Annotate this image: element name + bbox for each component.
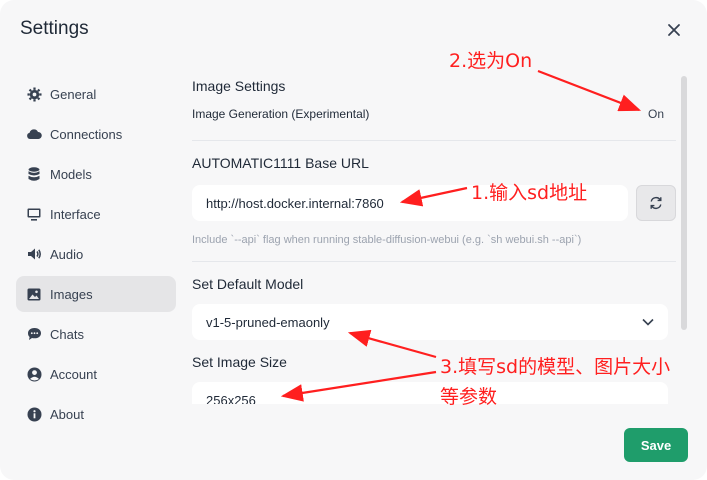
gear-icon <box>26 86 42 102</box>
settings-modal: Settings General Connections Models Inte… <box>0 0 707 480</box>
cloud-icon <box>26 126 42 142</box>
scrollbar[interactable] <box>681 76 687 330</box>
modal-header: Settings <box>0 0 707 60</box>
sidebar-item-label: Connections <box>50 126 123 142</box>
monitor-icon <box>26 206 42 222</box>
sidebar-item-label: Chats <box>50 326 84 342</box>
annotation-step-3-line1: 3.填写sd的模型、图片大小 <box>440 356 671 378</box>
image-size-title: Set Image Size <box>192 354 287 370</box>
image-generation-toggle[interactable]: On <box>648 107 664 121</box>
sidebar-item-label: Images <box>50 286 93 302</box>
sidebar-item-account[interactable]: Account <box>16 356 176 392</box>
annotation-step-3-line2: 等参数 <box>440 386 498 408</box>
info-icon <box>26 406 42 422</box>
sidebar-item-label: Interface <box>50 206 101 222</box>
speaker-icon <box>26 246 42 262</box>
close-icon <box>668 24 680 36</box>
sidebar-item-images[interactable]: Images <box>16 276 176 312</box>
sidebar-item-interface[interactable]: Interface <box>16 196 176 232</box>
sidebar-item-label: About <box>50 406 84 422</box>
chat-icon <box>26 326 42 342</box>
image-generation-label: Image Generation (Experimental) <box>192 107 370 121</box>
sidebar-item-chats[interactable]: Chats <box>16 316 176 352</box>
image-icon <box>26 286 42 302</box>
annotation-step-2: 2.选为On <box>449 50 533 72</box>
section-title-image-settings: Image Settings <box>192 78 286 94</box>
divider <box>192 140 676 141</box>
sidebar-item-label: Models <box>50 166 92 182</box>
base-url-title: AUTOMATIC1111 Base URL <box>192 155 369 171</box>
sidebar-item-label: Audio <box>50 246 84 262</box>
default-model-value: v1-5-pruned-emaonly <box>206 314 330 330</box>
annotation-step-1: 1.输入sd地址 <box>471 182 588 204</box>
database-icon <box>26 166 42 182</box>
base-url-hint: Include `--api` flag when running stable… <box>192 234 582 246</box>
image-size-input[interactable]: 256x256 <box>192 382 668 404</box>
default-model-title: Set Default Model <box>192 276 304 292</box>
refresh-button[interactable] <box>636 185 676 221</box>
sidebar-item-general[interactable]: General <box>16 76 176 112</box>
settings-sidebar: General Connections Models Interface Aud… <box>16 76 176 436</box>
close-button[interactable] <box>662 18 686 42</box>
sidebar-item-connections[interactable]: Connections <box>16 116 176 152</box>
save-button[interactable]: Save <box>624 428 688 462</box>
sidebar-item-about[interactable]: About <box>16 396 176 432</box>
refresh-icon <box>650 196 662 210</box>
sidebar-item-models[interactable]: Models <box>16 156 176 192</box>
modal-title: Settings <box>20 18 89 39</box>
sidebar-item-label: Account <box>50 366 97 382</box>
sidebar-item-audio[interactable]: Audio <box>16 236 176 272</box>
divider <box>192 261 676 262</box>
default-model-select[interactable]: v1-5-pruned-emaonly <box>192 304 668 340</box>
chevron-down-icon <box>642 318 654 326</box>
sidebar-item-label: General <box>50 86 97 102</box>
user-icon <box>26 366 42 382</box>
